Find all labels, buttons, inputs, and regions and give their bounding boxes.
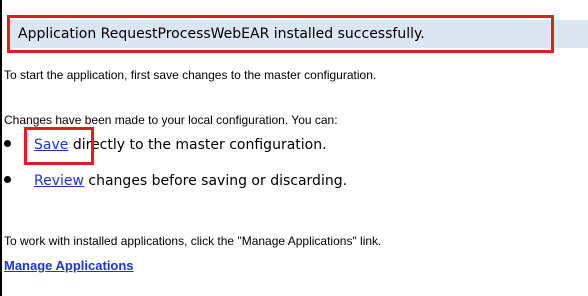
bullet-icon (4, 139, 11, 147)
bullet-icon (4, 175, 11, 183)
manage-applications-link[interactable]: Manage Applications (4, 258, 134, 274)
review-option-text: changes before saving or discarding. (83, 173, 348, 189)
message-highlight-box (7, 15, 554, 53)
start-instruction-text: To start the application, first save cha… (4, 68, 377, 82)
review-option-item: Review changes before saving or discardi… (4, 172, 347, 190)
changes-made-text: Changes have been made to your local con… (4, 113, 338, 127)
install-result-page: Application RequestProcessWebEAR install… (0, 0, 588, 296)
save-option-text: directly to the master configuration. (68, 137, 327, 153)
review-link[interactable]: Review (34, 173, 84, 189)
save-highlight-box (24, 127, 94, 165)
page-left-border (0, 0, 2, 296)
manage-instruction-text: To work with installed applications, cli… (4, 234, 382, 248)
